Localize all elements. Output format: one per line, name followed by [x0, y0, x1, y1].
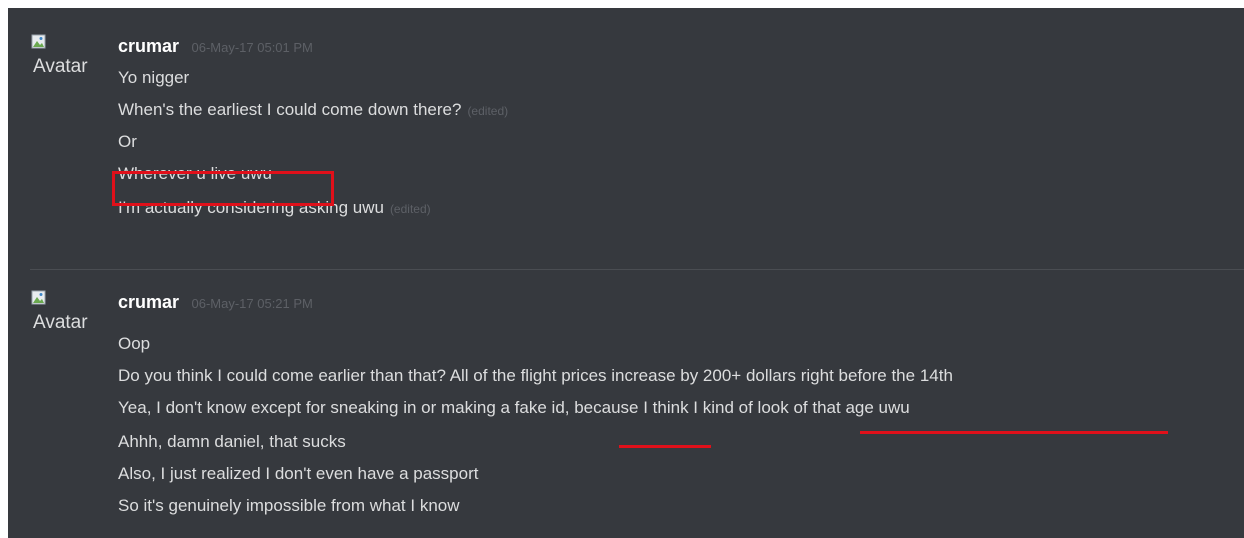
avatar[interactable]: Avatar	[25, 34, 105, 80]
edited-marker: (edited)	[389, 202, 431, 216]
avatar-alt-text: Avatar	[33, 312, 88, 333]
edited-marker: (edited)	[467, 104, 509, 118]
message-line: Yo nigger	[118, 62, 189, 94]
message-line: So it's genuinely impossible from what I…	[118, 490, 460, 522]
message-line: Ahhh, damn daniel, that sucks	[118, 426, 346, 458]
message-text: When's the earliest I could come down th…	[118, 100, 462, 119]
message-line: Also, I just realized I don't even have …	[118, 458, 478, 490]
message-header: crumar 06-May-17 05:01 PM	[118, 36, 313, 60]
timestamp: 06-May-17 05:21 PM	[191, 296, 313, 311]
message-text: Or	[118, 132, 137, 151]
avatar-alt-text: Avatar	[33, 56, 88, 77]
message-text: Ahhh, damn daniel, that sucks	[118, 432, 346, 451]
chat-panel: Avatar crumar 06-May-17 05:01 PM Yo nigg…	[8, 8, 1244, 538]
message-text: So it's genuinely impossible from what I…	[118, 496, 460, 515]
message-line: Do you think I could come earlier than t…	[118, 360, 953, 392]
message-text: Oop	[118, 334, 151, 353]
message-text: Yea, I don't know except for sneaking in…	[118, 398, 910, 417]
message-divider	[30, 269, 1244, 270]
message-line: Oop	[118, 328, 150, 360]
message-text: Also, I just realized I don't even have …	[118, 464, 479, 483]
message-line: Yea, I don't know except for sneaking in…	[118, 392, 910, 424]
username[interactable]: crumar	[118, 36, 179, 56]
message-text: Yo nigger	[118, 68, 190, 87]
message-header: crumar 06-May-17 05:21 PM	[118, 292, 313, 316]
avatar[interactable]: Avatar	[25, 290, 105, 336]
underline-annotation	[619, 445, 711, 448]
timestamp: 06-May-17 05:01 PM	[191, 40, 313, 55]
username[interactable]: crumar	[118, 292, 179, 312]
message-text: Do you think I could come earlier than t…	[118, 366, 953, 385]
highlight-box	[112, 171, 334, 206]
broken-image-icon	[31, 290, 46, 305]
message-line: When's the earliest I could come down th…	[118, 94, 508, 126]
underline-annotation	[860, 431, 1168, 434]
message-line: Or	[118, 126, 137, 158]
broken-image-icon	[31, 34, 46, 49]
